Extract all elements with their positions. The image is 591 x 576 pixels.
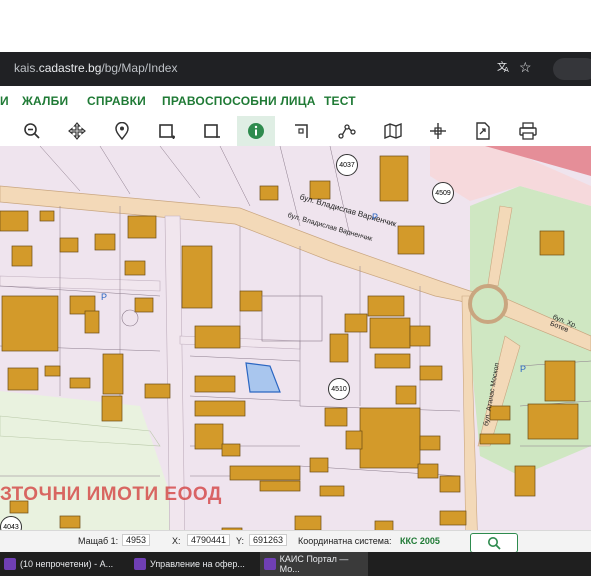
menu-item-complaints[interactable]: ЖАЛБИ <box>22 94 68 108</box>
extension-area[interactable] <box>553 58 591 80</box>
translate-icon[interactable]: 文A <box>497 59 511 76</box>
url-text[interactable]: kais.cadastre.bg/bg/Map/Index <box>14 61 177 75</box>
app-icon <box>134 558 146 570</box>
zoom-out-icon[interactable] <box>19 120 45 142</box>
cadastral-map[interactable]: бул. Владислав Варненчик бул. Владислав … <box>0 146 591 552</box>
lower-left-green <box>0 391 190 552</box>
selected-parcel <box>245 362 281 393</box>
owner-watermark: ЗТОЧНИ ИМОТИ ЕООД <box>0 484 222 505</box>
app-icon <box>264 558 276 570</box>
taskbar-item-mail[interactable]: (10 непрочетени) - А... <box>0 552 132 576</box>
taskbar-item-kais[interactable]: КАИС Портал — Мо... <box>260 552 368 576</box>
y-value: 691263 <box>249 534 288 546</box>
parking-label: P <box>372 212 379 222</box>
parking-label: P <box>101 292 108 302</box>
block-label-4510: 4510 <box>328 378 350 400</box>
scale-label: Мащаб 1: <box>78 536 119 546</box>
route-icon[interactable] <box>334 120 360 142</box>
crs-value[interactable]: ККС 2005 <box>400 536 440 546</box>
deselect-rectangle-icon[interactable] <box>199 120 225 142</box>
map-status-bar: Мащаб 1: 4953 X: 4790441 Y: 691263 Коорд… <box>0 530 591 553</box>
app-icon <box>4 558 16 570</box>
taskbar-item-offers[interactable]: Управление на офер... <box>130 552 262 576</box>
scale-value[interactable]: 4953 <box>122 534 151 546</box>
map-layers-icon[interactable] <box>380 120 406 142</box>
search-icon <box>488 537 501 550</box>
browser-address-bar[interactable]: kais.cadastre.bg/bg/Map/Index 文A ☆ <box>0 52 591 86</box>
star-icon[interactable]: ☆ <box>519 59 532 76</box>
block-label-4509: 4509 <box>432 182 454 204</box>
x-value: 4790441 <box>187 534 231 546</box>
svg-text:A: A <box>504 66 509 73</box>
measure-icon[interactable] <box>289 120 315 142</box>
crosshair-icon[interactable] <box>425 120 451 142</box>
export-icon[interactable] <box>470 120 496 142</box>
y-label: Y: <box>236 536 245 546</box>
main-menu: И ЖАЛБИ СПРАВКИ ПРАВОСПОСОБНИ ЛИЦА ТЕСТ <box>0 86 591 117</box>
x-label: X: <box>172 536 181 546</box>
select-rectangle-icon[interactable] <box>154 120 180 142</box>
menu-item-test[interactable]: ТЕСТ <box>324 94 356 108</box>
info-icon[interactable] <box>237 116 275 146</box>
menu-item-truncated[interactable]: И <box>0 94 9 108</box>
pan-icon[interactable] <box>64 120 90 142</box>
os-taskbar: (10 непрочетени) - А... Управление на оф… <box>0 552 591 576</box>
print-icon[interactable] <box>515 120 541 142</box>
crs-label: Координатна система: <box>298 536 392 546</box>
block-label-4037: 4037 <box>336 154 358 176</box>
search-button[interactable] <box>470 533 518 553</box>
parking-label: P <box>520 364 527 374</box>
menu-item-licensed-persons[interactable]: ПРАВОСПОСОБНИ ЛИЦА <box>162 94 316 108</box>
locate-pin-icon[interactable] <box>109 120 135 142</box>
browser-tab-strip <box>0 0 591 52</box>
map-toolbar <box>0 116 591 147</box>
menu-item-references[interactable]: СПРАВКИ <box>87 94 146 108</box>
